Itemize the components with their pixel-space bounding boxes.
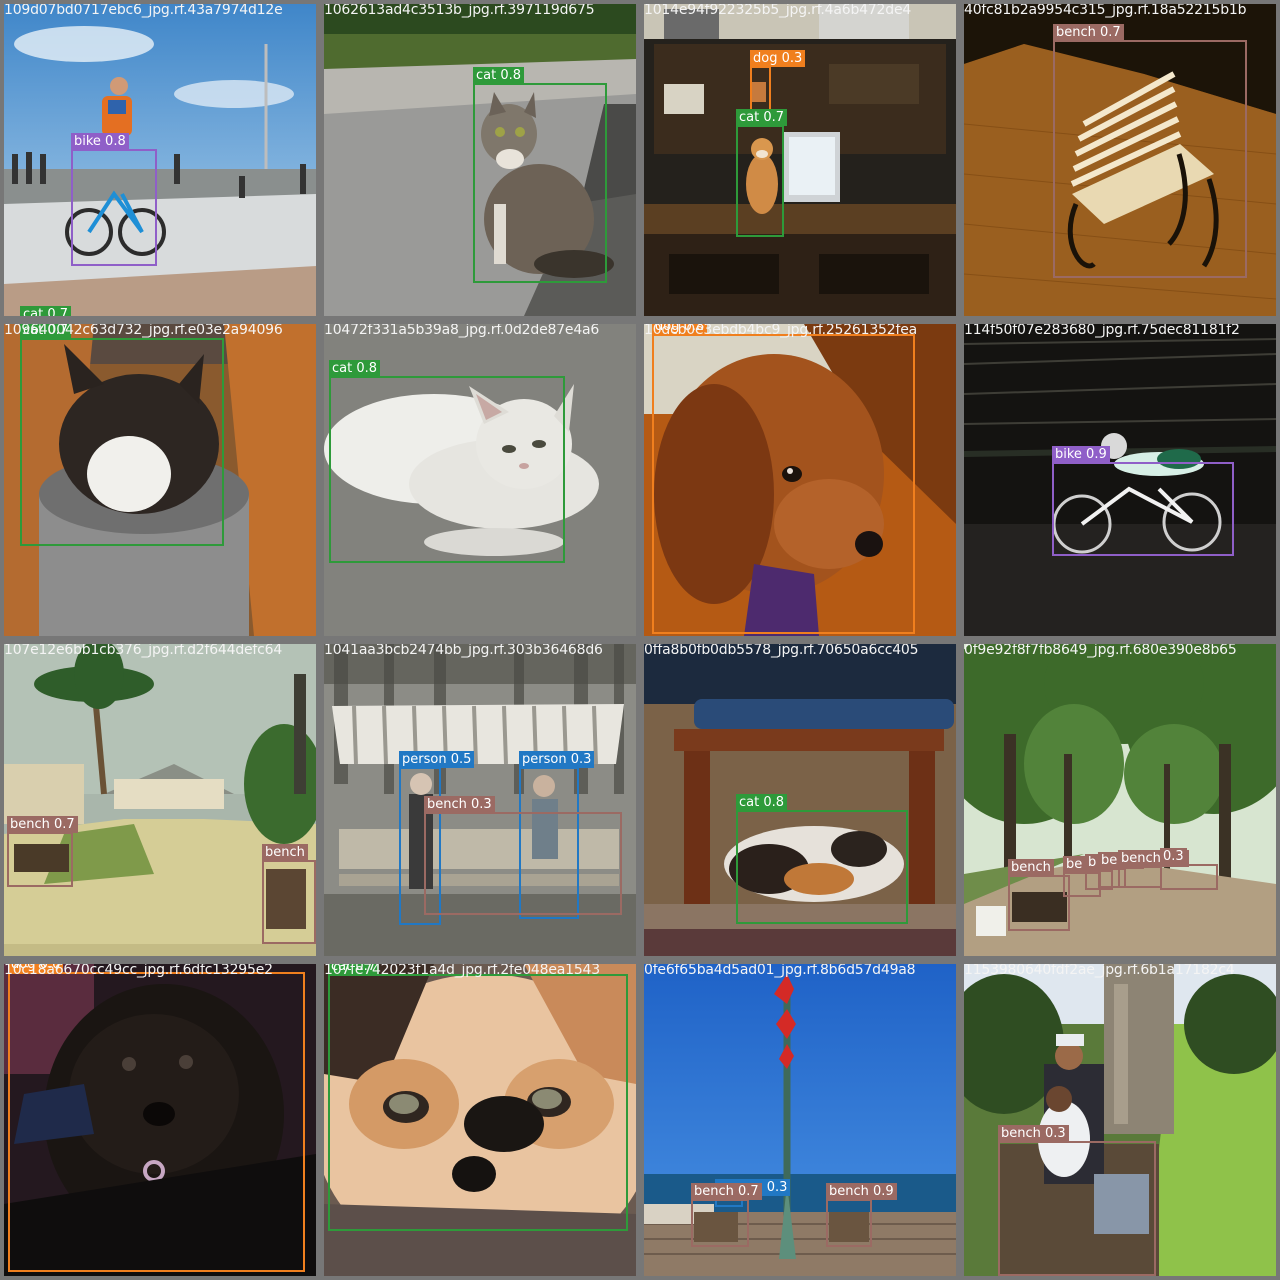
- detection-label: cat 0.8: [473, 67, 525, 84]
- bounding-box-bench: bench 0.7: [1053, 24, 1247, 278]
- detection-label: bench 0.3: [424, 796, 495, 813]
- detection-label: cat 0.8: [736, 794, 788, 811]
- image-tile: person 0.5 person 0.3 bench 0.3 1041aa3bcb2…: [324, 644, 636, 956]
- detection-label: bench: [1008, 859, 1054, 876]
- image-tile: cat 0.7 109640042c63d732_jpg.rf.e03e2a940…: [4, 324, 316, 636]
- image-tile: dog 0.8 10dcb0e3ebdb4bc9_jpg.rf.25261352f…: [644, 324, 956, 636]
- bounding-box-bench: bench 0.3: [424, 796, 622, 915]
- detection-label: bench 0.7: [1053, 24, 1124, 41]
- image-filename: 109640042c63d732_jpg.rf.e03e2a94096: [4, 324, 283, 338]
- image-filename: 1153980640fdf2ae_jpg.rf.6b1a17182c4: [964, 964, 1235, 978]
- image-tile: bike 0.8 cat 0.7 109d07bd0717ebc6_jpg.rf.4…: [4, 4, 316, 316]
- detection-label: dog 0.3: [750, 50, 806, 67]
- detection-label: be: [1063, 856, 1086, 873]
- detection-label: bench 0.9: [826, 1183, 897, 1200]
- image-tile: bench 0.7 40fc81b2a9954c315_jpg.rf.18a522…: [964, 4, 1276, 316]
- bounding-box-bench: bench 0.3: [1118, 850, 1189, 888]
- bounding-box-dog: dog 0.8: [652, 324, 915, 634]
- image-tile: cat 0.7 107fe742023f1a4d_jpg.rf.2fe048ea1…: [324, 964, 636, 1276]
- bounding-box-cat: cat 0.7: [736, 109, 788, 237]
- cyclist-promenade-photo: [4, 4, 316, 316]
- image-tile: dog 0.3 cat 0.7 1014e94f922325b5_jpg.rf.4a…: [644, 4, 956, 316]
- bounding-box-bike: bike 0.9: [1052, 446, 1234, 556]
- detection-label: person 0.3: [519, 751, 595, 768]
- image-tile: dog 0.6 10c18a6670cc49cc_jpg.rf.6dfc13295…: [4, 964, 316, 1276]
- bounding-box-bench: bench 0.3: [998, 1125, 1156, 1276]
- bounding-box-bench: 0.3: [1160, 848, 1218, 890]
- bounding-box-dog: dog 0.3: [750, 50, 806, 111]
- bounding-box-cat: cat 0.7: [20, 324, 224, 546]
- image-filename: 114f50f07e283680_jpg.rf.75dec81181f2: [964, 324, 1240, 338]
- detection-label: bench 0.3: [998, 1125, 1069, 1142]
- bounding-box-bench: bench 0.7: [7, 816, 78, 887]
- image-tile: person 0.3bench 0.7bench 0.90fe6f65ba4d5…: [644, 964, 956, 1276]
- image-filename: 40fc81b2a9954c315_jpg.rf.18a52215b1b: [964, 4, 1247, 18]
- image-tile: cat 0.8 10472f331a5b39a8_jpg.rf.0d2de87e4…: [324, 324, 636, 636]
- bounding-box-bench: bench: [1008, 859, 1070, 931]
- bounding-box-bench: bench 0.7: [691, 1183, 762, 1247]
- image-tile: bench 0.7 bench 107e12e6bb1cb376_jpg.rf.d2…: [4, 644, 316, 956]
- image-tile: bench 0.3 1153980640fdf2ae_jpg.rf.6b1a171…: [964, 964, 1276, 1276]
- image-tile: cat 0.8 0ffa8b0fb0db5578_jpg.rf.70650a6cc…: [644, 644, 956, 956]
- detection-label: cat 0.8: [329, 360, 381, 377]
- bounding-box-bench: bench 0.9: [826, 1183, 897, 1247]
- image-filename: 0f9e92f8f7fb8649_jpg.rf.680e390e8b65: [964, 644, 1237, 658]
- detection-label: bench 0.7: [7, 816, 78, 833]
- image-filename: 1014e94f922325b5_jpg.rf.4a6b472de4: [644, 4, 912, 18]
- image-filename: 10dcb0e3ebdb4bc9_jpg.rf.25261352fea: [644, 324, 917, 338]
- detection-grid: bike 0.8 cat 0.7 109d07bd0717ebc6_jpg.rf.4…: [0, 0, 1280, 1280]
- detection-label: cat 0.7: [736, 109, 788, 126]
- image-filename: 109d07bd0717ebc6_jpg.rf.43a7974d12e: [4, 4, 283, 18]
- image-filename: 107e12e6bb1cb376_jpg.rf.d2f644defc64: [4, 644, 283, 658]
- detection-label: bench 0.7: [691, 1183, 762, 1200]
- image-tile: bike 0.9 114f50f07e283680_jpg.rf.75dec811…: [964, 324, 1276, 636]
- image-filename: 10472f331a5b39a8_jpg.rf.0d2de87e4a6: [324, 324, 600, 338]
- detection-label: person 0.5: [399, 751, 475, 768]
- detection-label: 0.3: [1160, 848, 1187, 865]
- bounding-box-cat: cat 0.8: [473, 67, 607, 283]
- detection-label: bike 0.9: [1052, 446, 1110, 463]
- bounding-box-cat: cat 0.7: [328, 964, 628, 1231]
- image-filename: 10c18a6670cc49cc_jpg.rf.6dfc13295e2: [4, 964, 273, 978]
- bounding-box-cat: cat 0.8: [736, 794, 908, 924]
- image-filename: 1041aa3bcb2474bb_jpg.rf.303b36468d6: [324, 644, 603, 658]
- image-filename: 107fe742023f1a4d_jpg.rf.2fe048ea1543: [324, 964, 600, 978]
- image-filename: 0fe6f65ba4d5ad01_jpg.rf.8b6d57d49a8: [644, 964, 916, 978]
- image-filename: 1062613ad4c3513b_jpg.rf.397119d675: [324, 4, 595, 18]
- bounding-box-bike: bike 0.8: [71, 133, 157, 266]
- detection-label: cat 0.7: [20, 306, 72, 316]
- bounding-box-bench: bench: [262, 844, 316, 944]
- image-filename: 0ffa8b0fb0db5578_jpg.rf.70650a6cc405: [644, 644, 919, 658]
- bounding-box-dog: dog 0.6: [8, 964, 305, 1272]
- image-tile: cat 0.8 1062613ad4c3513b_jpg.rf.397119d67…: [324, 4, 636, 316]
- detection-label: bike 0.8: [71, 133, 129, 150]
- detection-label: bench: [262, 844, 308, 861]
- bounding-box-cat: cat 0.8: [329, 360, 565, 563]
- image-tile: benchbebbenchbench 0.30.30f9e92f8f7fb864…: [964, 644, 1276, 956]
